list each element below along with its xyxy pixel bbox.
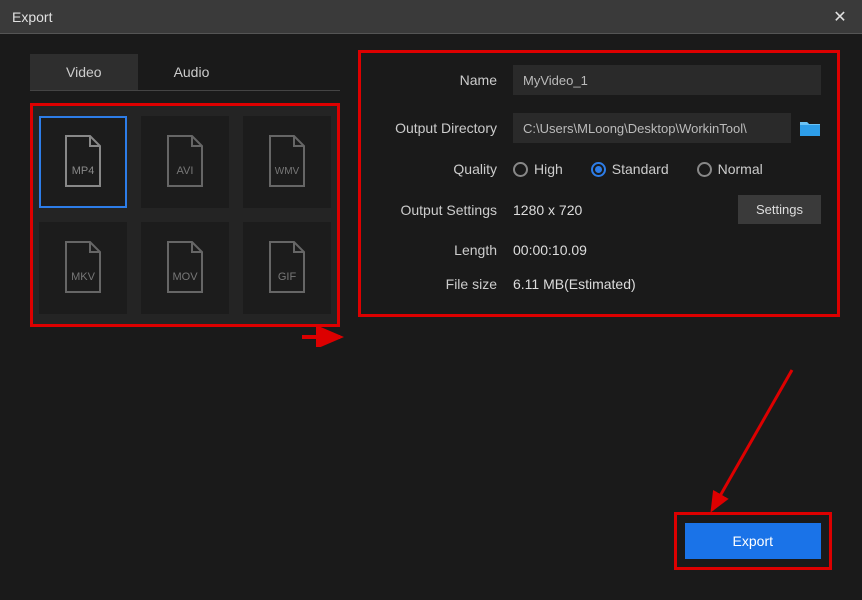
radio-icon	[591, 162, 606, 177]
tab-video[interactable]: Video	[30, 54, 138, 90]
format-mp4[interactable]: MP4	[39, 116, 127, 208]
file-gif-icon: GIF	[264, 240, 310, 296]
quality-radio-group: High Standard Normal	[513, 161, 763, 177]
close-icon[interactable]: ✕	[830, 7, 850, 27]
quality-high[interactable]: High	[513, 161, 563, 177]
file-mkv-icon: MKV	[60, 240, 106, 296]
name-input[interactable]	[513, 65, 821, 95]
svg-text:GIF: GIF	[278, 271, 297, 283]
resolution-value: 1280 x 720	[513, 202, 582, 218]
quality-standard[interactable]: Standard	[591, 161, 669, 177]
file-wmv-icon: WMV	[264, 134, 310, 190]
label-output-settings: Output Settings	[373, 202, 497, 218]
format-mkv[interactable]: MKV	[39, 222, 127, 314]
output-dir-input[interactable]	[513, 113, 791, 143]
settings-button[interactable]: Settings	[738, 195, 821, 224]
left-pane: Video Audio MP4 AVI	[0, 34, 350, 600]
label-output-dir: Output Directory	[373, 120, 497, 136]
export-box: Export	[674, 512, 832, 570]
svg-text:AVI: AVI	[177, 165, 194, 177]
svg-text:MOV: MOV	[172, 271, 198, 283]
export-button[interactable]: Export	[685, 523, 821, 559]
file-mp4-icon: MP4	[60, 134, 106, 190]
radio-label: High	[534, 161, 563, 177]
browse-folder-icon[interactable]	[799, 119, 821, 137]
label-file-size: File size	[373, 276, 497, 292]
format-mov[interactable]: MOV	[141, 222, 229, 314]
settings-panel: Name Output Directory Quality	[358, 50, 840, 317]
format-wmv[interactable]: WMV	[243, 116, 331, 208]
svg-text:WMV: WMV	[275, 166, 300, 177]
window-title: Export	[12, 9, 52, 25]
file-avi-icon: AVI	[162, 134, 208, 190]
label-name: Name	[373, 72, 497, 88]
format-tabs: Video Audio	[30, 54, 340, 91]
svg-text:MP4: MP4	[72, 165, 95, 177]
radio-icon	[697, 162, 712, 177]
titlebar: Export ✕	[0, 0, 862, 34]
tab-audio[interactable]: Audio	[138, 54, 246, 90]
format-gif[interactable]: GIF	[243, 222, 331, 314]
file-size-value: 6.11 MB(Estimated)	[513, 276, 636, 292]
label-quality: Quality	[373, 161, 497, 177]
file-mov-icon: MOV	[162, 240, 208, 296]
length-value: 00:00:10.09	[513, 242, 587, 258]
radio-label: Normal	[718, 161, 763, 177]
radio-icon	[513, 162, 528, 177]
format-avi[interactable]: AVI	[141, 116, 229, 208]
format-grid: MP4 AVI WMV	[30, 103, 340, 327]
radio-label: Standard	[612, 161, 669, 177]
quality-normal[interactable]: Normal	[697, 161, 763, 177]
svg-text:MKV: MKV	[71, 271, 96, 283]
right-pane: Name Output Directory Quality	[350, 34, 862, 600]
label-length: Length	[373, 242, 497, 258]
